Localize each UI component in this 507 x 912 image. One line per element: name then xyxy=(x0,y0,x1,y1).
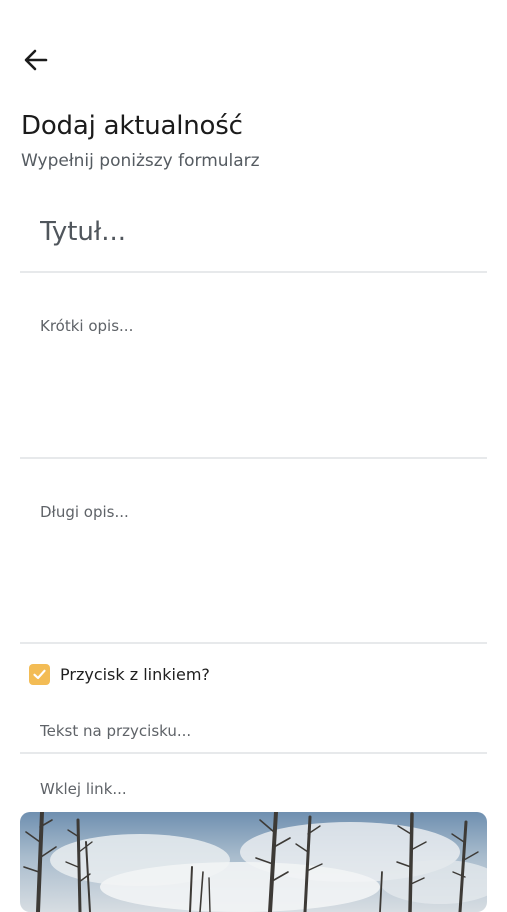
long-description-field xyxy=(20,491,487,644)
checkmark-icon xyxy=(33,669,46,680)
back-button[interactable] xyxy=(16,42,56,78)
trees-photo xyxy=(20,812,487,912)
button-text-field xyxy=(20,712,487,754)
link-button-checkbox-label: Przycisk z linkiem? xyxy=(60,665,210,684)
link-field xyxy=(20,770,487,810)
button-text-input[interactable] xyxy=(20,712,487,750)
arrow-left-icon xyxy=(24,49,48,71)
title-input[interactable] xyxy=(20,200,487,260)
link-input[interactable] xyxy=(20,770,487,808)
page-title: Dodaj aktualność xyxy=(21,111,243,141)
link-button-checkbox-row[interactable]: Przycisk z linkiem? xyxy=(29,664,210,685)
long-description-input[interactable] xyxy=(20,491,487,631)
short-description-field xyxy=(20,306,487,459)
link-button-checkbox[interactable] xyxy=(29,664,50,685)
image-preview[interactable] xyxy=(20,812,487,912)
short-description-input[interactable] xyxy=(20,306,487,446)
page-subtitle: Wypełnij poniższy formularz xyxy=(21,151,260,171)
title-field xyxy=(20,200,487,273)
